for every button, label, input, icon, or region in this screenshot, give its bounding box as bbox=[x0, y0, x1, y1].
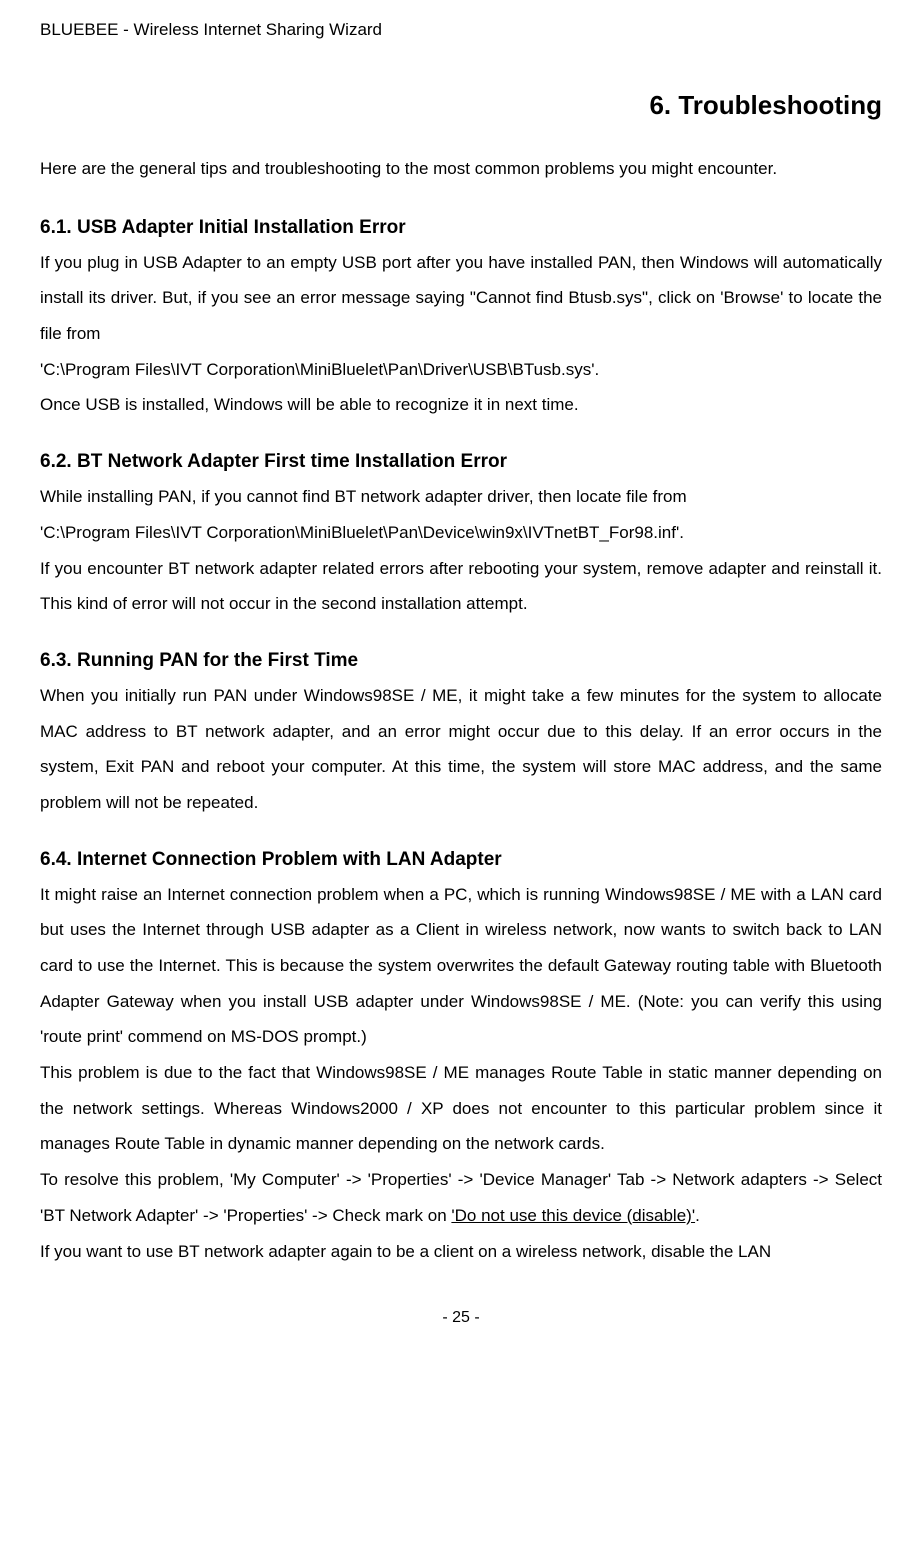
chapter-title: 6. Troubleshooting bbox=[40, 90, 882, 121]
section-heading-3: 6.3. Running PAN for the First Time bbox=[40, 650, 882, 672]
section-body-4-underline: 'Do not use this device (disable)' bbox=[451, 1206, 695, 1225]
document-header: BLUEBEE - Wireless Internet Sharing Wiza… bbox=[40, 20, 882, 40]
intro-text: Here are the general tips and troublesho… bbox=[40, 151, 882, 187]
document-page: BLUEBEE - Wireless Internet Sharing Wiza… bbox=[0, 0, 922, 1367]
section-body-4: It might raise an Internet connection pr… bbox=[40, 877, 882, 1270]
section-body-2: While installing PAN, if you cannot find… bbox=[40, 479, 882, 622]
section-heading-4: 6.4. Internet Connection Problem with LA… bbox=[40, 849, 882, 871]
page-number: - 25 - bbox=[40, 1309, 882, 1327]
section-body-3: When you initially run PAN under Windows… bbox=[40, 678, 882, 821]
section-body-4-pre: It might raise an Internet connection pr… bbox=[40, 885, 882, 1225]
section-heading-2: 6.2. BT Network Adapter First time Insta… bbox=[40, 451, 882, 473]
section-heading-1: 6.1. USB Adapter Initial Installation Er… bbox=[40, 217, 882, 239]
section-body-1: If you plug in USB Adapter to an empty U… bbox=[40, 245, 882, 423]
